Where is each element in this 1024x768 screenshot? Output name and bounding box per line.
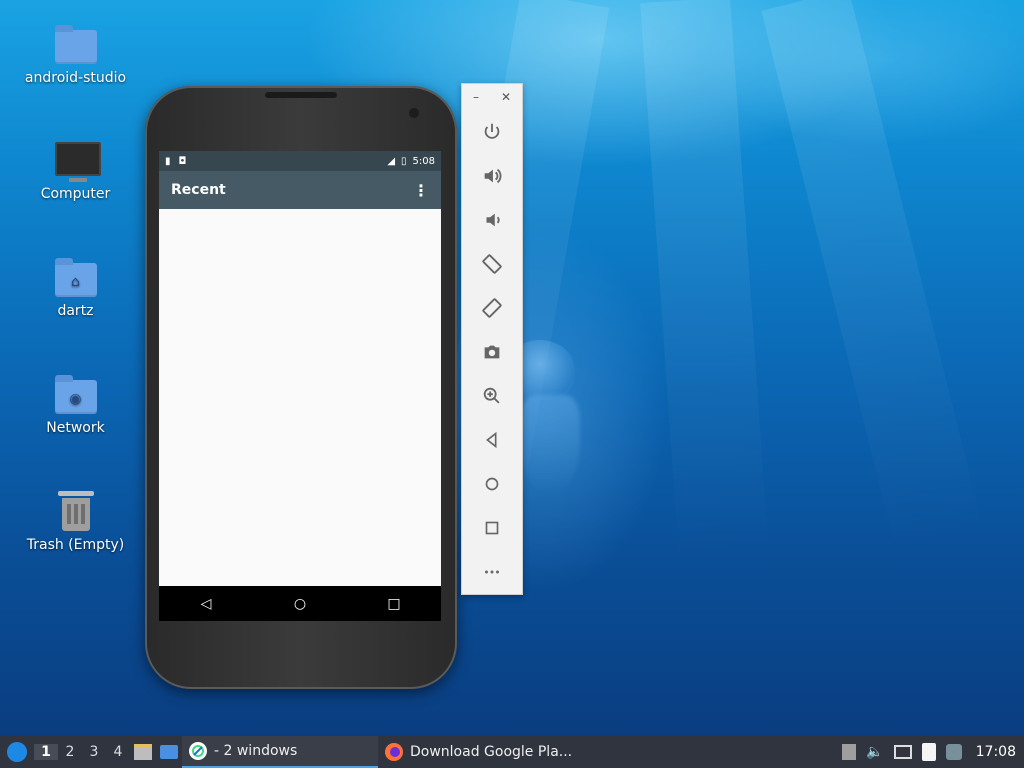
home-folder-icon: ⌂ (54, 258, 97, 297)
volume-icon[interactable]: 🔈 (866, 744, 883, 760)
desktop-icon-label: Computer (40, 186, 111, 202)
light-ray (640, 0, 769, 562)
more-icon (485, 570, 499, 574)
light-ray (761, 0, 985, 555)
sd-card-icon: ▮ (165, 155, 171, 167)
android-notification-icon: ◘ (178, 155, 187, 167)
volume-down-icon (486, 213, 500, 227)
workspace-4[interactable]: 4 (106, 744, 130, 760)
close-icon[interactable]: ✕ (501, 90, 511, 104)
computer-icon (54, 142, 101, 182)
desktop-icon-dartz[interactable]: ⌂ dartz (18, 257, 133, 319)
minimize-icon[interactable]: – (473, 90, 479, 104)
home-button[interactable] (462, 462, 522, 506)
lxqt-logo-icon (7, 742, 27, 762)
desktop-icon (160, 745, 178, 759)
phone-speaker (265, 92, 337, 98)
file-manager-launcher[interactable] (130, 739, 156, 765)
desktop-icon-label: Trash (Empty) (26, 537, 125, 553)
system-tray: 🔈 17:08 (842, 743, 1024, 761)
rotate-left-button[interactable] (462, 242, 522, 286)
notification-icon[interactable] (945, 744, 962, 760)
workspace-1[interactable]: 1 (34, 744, 58, 760)
home-icon (485, 477, 499, 491)
desktop-icon-computer[interactable]: Computer (18, 140, 133, 202)
rotate-right-icon (482, 298, 502, 318)
desktop-icon-android-studio[interactable]: android-studio (18, 24, 133, 86)
show-desktop-button[interactable] (156, 739, 182, 765)
rotate-right-button[interactable] (462, 286, 522, 330)
network-icon[interactable] (893, 745, 912, 759)
desktop-icon-label: dartz (57, 303, 94, 319)
more-button[interactable] (462, 550, 522, 594)
overflow-menu-icon[interactable]: ⋮ (413, 181, 429, 200)
camera-icon (484, 345, 500, 359)
app-toolbar: Recent ⋮ (159, 171, 441, 209)
emulator-screen[interactable]: ▮ ◘ ◢ ▯ 5:08 Recent ⋮ (159, 151, 441, 621)
task-firefox[interactable]: Download Google Pla... (378, 736, 602, 768)
emulator-toolbar: – ✕ (461, 83, 523, 595)
android-nav-bar: ◁ ○ □ (159, 586, 441, 621)
nav-back-icon[interactable]: ◁ (186, 596, 226, 612)
overview-button[interactable] (462, 506, 522, 550)
taskbar: 1 2 3 4 - 2 windows Download Google Pla.… (0, 736, 1024, 768)
desktop-icon-trash[interactable]: Trash (Empty) (18, 491, 133, 553)
zoom-icon (483, 387, 500, 404)
android-studio-icon (189, 742, 207, 760)
phone-camera (409, 108, 419, 118)
task-label: Download Google Pla... (410, 744, 573, 760)
workspace-3[interactable]: 3 (82, 744, 106, 760)
recent-content-area[interactable] (159, 209, 441, 585)
zoom-button[interactable] (462, 374, 522, 418)
volume-up-button[interactable] (462, 154, 522, 198)
desktop-icon-network[interactable]: ◉ Network (18, 374, 133, 436)
android-status-bar: ▮ ◘ ◢ ▯ 5:08 (159, 151, 441, 171)
workspace-2[interactable]: 2 (58, 744, 82, 760)
signal-icon: ◢ (387, 155, 396, 167)
nav-overview-icon[interactable]: □ (374, 596, 414, 612)
file-manager-icon (134, 744, 152, 760)
emulator-toolbar-header: – ✕ (462, 84, 522, 110)
application-menu-button[interactable] (0, 736, 34, 768)
folder-icon (54, 25, 97, 64)
firefox-icon (385, 743, 403, 761)
trash-icon (57, 491, 94, 531)
screenshot-button[interactable] (462, 330, 522, 374)
back-icon (486, 431, 497, 449)
desktop-icon-label: android-studio (24, 70, 127, 86)
task-android-studio[interactable]: - 2 windows (182, 736, 378, 768)
volume-down-button[interactable] (462, 198, 522, 242)
overview-icon (485, 521, 499, 535)
updates-icon[interactable] (842, 744, 857, 760)
clock[interactable]: 17:08 (976, 744, 1016, 760)
rotate-left-icon (482, 254, 502, 274)
volume-up-icon (484, 168, 502, 184)
network-folder-icon: ◉ (54, 375, 97, 414)
task-label: - 2 windows (214, 743, 298, 759)
power-icon (484, 123, 500, 139)
power-button[interactable] (462, 110, 522, 154)
emulator-phone-frame: ▮ ◘ ◢ ▯ 5:08 Recent ⋮ ◁ ○ □ (145, 86, 457, 689)
nav-home-icon[interactable]: ○ (280, 596, 320, 612)
battery-icon: ▯ (401, 155, 407, 167)
desktop-icon-label: Network (46, 420, 105, 436)
clipboard-icon[interactable] (921, 743, 936, 761)
app-title: Recent (171, 182, 226, 198)
back-button[interactable] (462, 418, 522, 462)
status-time: 5:08 (412, 155, 435, 167)
jellyfish-tentacles (520, 395, 580, 495)
